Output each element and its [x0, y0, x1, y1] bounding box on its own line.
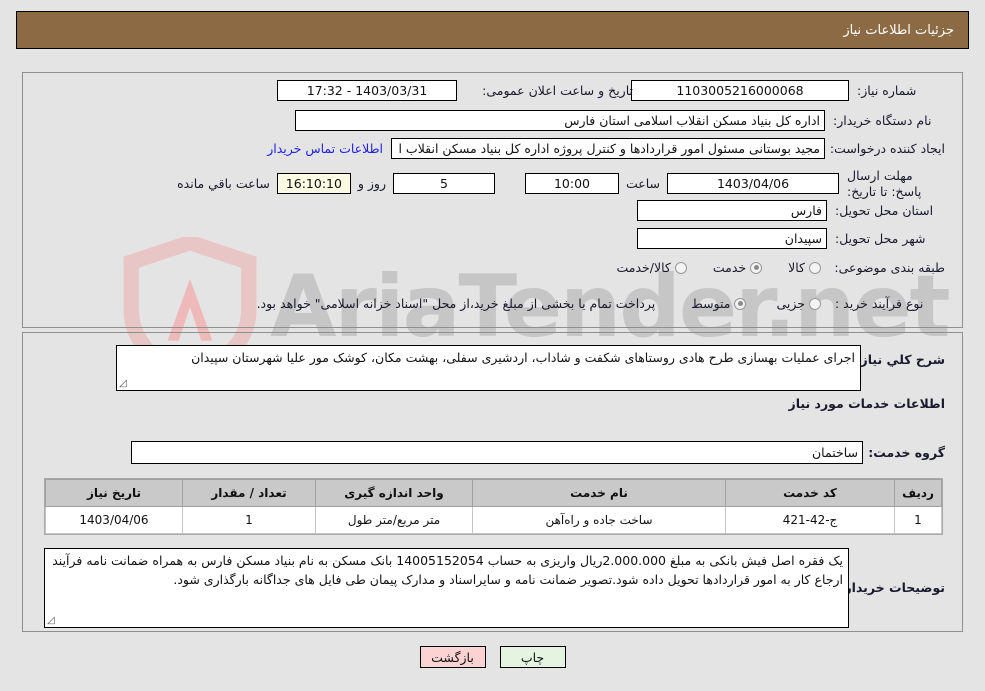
- buyer-notes-label-row: توضیحات خریدار:: [839, 580, 945, 595]
- radio-category-goods-dot[interactable]: [809, 261, 821, 274]
- service-group-row: گروه خدمت: ساختمان: [131, 441, 945, 464]
- buyer-notes-textarea[interactable]: یک فقره اصل فیش بانکی به مبلغ 2.000.000ر…: [44, 548, 849, 628]
- requester-row: ایجاد کننده درخواست: مجید بوستانی مسئول …: [267, 138, 945, 159]
- radio-category-goods-label: کالا: [788, 260, 805, 275]
- footer-button-bar: بازگشت چاپ: [0, 646, 985, 668]
- radio-purchase-minor-label: جزیی: [776, 296, 805, 311]
- radio-purchase-medium-label: متوسط: [691, 296, 731, 311]
- deadline-hour-field[interactable]: 10:00: [524, 173, 619, 195]
- cell-service-name: ساخت جاده و راه‌آهن: [472, 506, 726, 534]
- radio-category-goods-service-label: کالا/خدمت: [616, 260, 671, 275]
- col-row-no: ردیف: [894, 479, 942, 507]
- subject-category-row: طبقه بندی موضوعی: کالا خدمت کالا/خدمت: [616, 260, 945, 275]
- radio-purchase-minor[interactable]: جزیی: [776, 296, 821, 311]
- announce-datetime-label: تاریخ و ساعت اعلان عمومی:: [482, 83, 633, 98]
- announce-datetime-field[interactable]: 1403/03/31 - 17:32: [277, 80, 457, 101]
- deadline-date-field[interactable]: 1403/04/06: [667, 173, 839, 195]
- buyer-org-field[interactable]: اداره کل بنیاد مسکن انقلاب اسلامی استان …: [295, 110, 825, 131]
- radio-category-service-label: خدمت: [712, 260, 747, 275]
- buyer-notes-value: یک فقره اصل فیش بانکی به مبلغ 2.000.000ر…: [52, 553, 843, 587]
- need-number-row: شماره نیاز: 1103005216000068: [631, 80, 945, 101]
- cell-unit: متر مربع/متر طول: [315, 506, 473, 534]
- page-title: جزئیات اطلاعات نیاز: [843, 22, 954, 38]
- city-field[interactable]: سپیدان: [637, 228, 827, 249]
- resize-grip-icon-2[interactable]: ◺: [47, 615, 57, 626]
- radio-category-goods[interactable]: کالا: [788, 260, 821, 275]
- radio-purchase-medium[interactable]: متوسط: [691, 296, 747, 311]
- resize-grip-icon[interactable]: ◺: [119, 378, 129, 389]
- treasury-note-text: پرداخت تمام یا بخشی از مبلغ خرید،از محل …: [256, 296, 656, 311]
- radio-category-goods-service[interactable]: کالا/خدمت: [616, 260, 687, 275]
- radio-purchase-medium-dot[interactable]: [734, 297, 747, 310]
- radio-category-goods-service-dot[interactable]: [674, 261, 687, 274]
- col-quantity: تعداد / مقدار: [182, 479, 316, 507]
- purchase-type-label: نوع فرآیند خرید :: [835, 296, 924, 311]
- col-service-code: کد خدمت: [725, 479, 895, 507]
- buyer-contact-link[interactable]: اطلاعات تماس خریدار: [267, 141, 383, 156]
- days-remaining-field[interactable]: 5: [392, 173, 495, 195]
- cell-quantity: 1: [182, 506, 316, 534]
- buyer-org-row: نام دستگاه خریدار: اداره کل بنیاد مسکن ا…: [295, 110, 945, 131]
- page-title-bar: جزئیات اطلاعات نیاز: [16, 11, 969, 49]
- services-table-wrapper: ردیف کد خدمت نام خدمت واحد اندازه گیری ت…: [44, 478, 943, 535]
- cell-row-no: 1: [894, 506, 942, 534]
- remaining-suffix-label: ساعت باقي مانده: [177, 176, 270, 192]
- general-description-value: اجرای عملیات بهسازی طرح هادی روستاهای شک…: [191, 350, 855, 365]
- requester-field[interactable]: مجید بوستانی مسئول امور قراردادها و کنتر…: [391, 138, 825, 159]
- radio-category-service-dot[interactable]: [750, 261, 763, 274]
- cell-service-code: ج-42-421: [725, 506, 895, 534]
- province-label: استان محل تحویل:: [835, 203, 934, 218]
- cell-need-date: 1403/04/06: [45, 506, 183, 534]
- buyer-notes-label: توضیحات خریدار:: [839, 580, 945, 595]
- services-section-heading: اطلاعات خدمات مورد نیاز: [788, 396, 946, 411]
- radio-category-service[interactable]: خدمت: [712, 260, 763, 275]
- deadline-hour-label: ساعت: [625, 176, 660, 192]
- buyer-org-label: نام دستگاه خریدار:: [833, 113, 932, 128]
- requester-label: ایجاد کننده درخواست:: [829, 141, 945, 156]
- purchase-type-row: نوع فرآیند خرید : جزیی متوسط پرداخت تمام…: [257, 296, 945, 311]
- service-group-field[interactable]: ساختمان: [131, 441, 863, 464]
- province-field[interactable]: فارس: [637, 200, 827, 221]
- deadline-row: مهلت ارسال پاسخ: تا تاریخ: 1403/04/06 سا…: [177, 168, 945, 199]
- services-table: ردیف کد خدمت نام خدمت واحد اندازه گیری ت…: [45, 479, 942, 534]
- col-need-date: تاریخ نیاز: [45, 479, 183, 507]
- radio-purchase-minor-dot[interactable]: [809, 297, 821, 310]
- need-number-label: شماره نیاز:: [857, 83, 917, 98]
- time-remaining-field[interactable]: 16:10:10: [276, 173, 351, 195]
- city-row: شهر محل تحویل: سپیدان: [637, 228, 945, 249]
- table-row[interactable]: 1 ج-42-421 ساخت جاده و راه‌آهن متر مربع/…: [45, 506, 942, 534]
- col-service-name: نام خدمت: [472, 479, 726, 507]
- col-unit: واحد اندازه گیری: [315, 479, 473, 507]
- general-description-textarea[interactable]: اجرای عملیات بهسازی طرح هادی روستاهای شک…: [116, 345, 861, 391]
- subject-category-label: طبقه بندی موضوعی:: [834, 260, 945, 275]
- print-button[interactable]: چاپ: [499, 646, 566, 668]
- announce-datetime-row: تاریخ و ساعت اعلان عمومی: 1403/03/31 - 1…: [277, 80, 633, 101]
- general-description-label-row: شرح کلي نیاز:: [855, 352, 945, 367]
- province-row: استان محل تحویل: فارس: [637, 200, 945, 221]
- general-description-label: شرح کلي نیاز:: [855, 352, 945, 367]
- need-number-field[interactable]: 1103005216000068: [631, 80, 849, 101]
- deadline-label: مهلت ارسال پاسخ: تا تاریخ:: [847, 168, 922, 199]
- city-label: شهر محل تحویل:: [835, 231, 926, 246]
- table-header-row: ردیف کد خدمت نام خدمت واحد اندازه گیری ت…: [45, 479, 942, 507]
- days-remaining-label: روز و: [357, 176, 386, 192]
- service-group-label: گروه خدمت:: [868, 445, 945, 460]
- back-button[interactable]: بازگشت: [419, 646, 486, 668]
